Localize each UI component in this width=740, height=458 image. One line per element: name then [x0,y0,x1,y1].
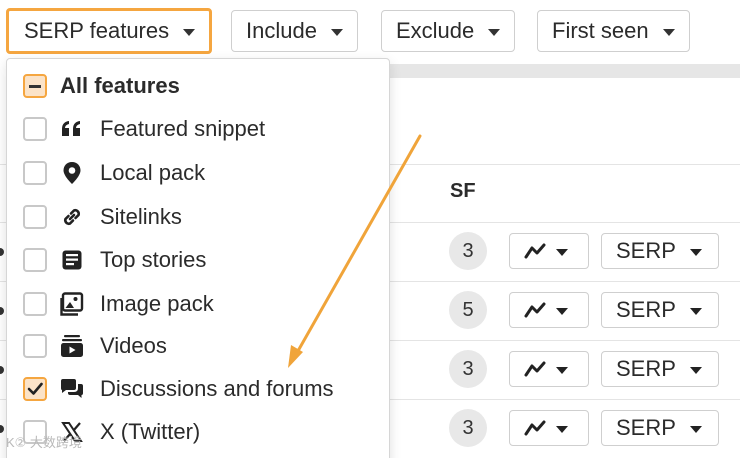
link-icon [59,204,85,230]
trend-chart-button[interactable] [509,233,589,269]
chevron-down-icon [689,366,702,374]
option-label: Featured snippet [100,116,266,141]
serp-label: SERP [616,356,676,381]
chevron-down-icon [488,28,501,36]
serp-label: SERP [616,238,676,263]
trend-chart-button[interactable] [509,292,589,328]
chevron-down-icon [183,28,196,36]
newspaper-icon [59,247,85,273]
option-image-pack[interactable]: Image pack [7,282,387,326]
checkmark-icon [27,382,43,395]
chevron-down-icon [689,425,702,433]
top-stories-checkbox[interactable] [23,248,47,272]
option-label: X (Twitter) [100,419,201,444]
row-marker [0,248,4,256]
exclude-label: Exclude [396,18,475,43]
serp-features-label: SERP features [24,18,170,43]
option-label: All features [60,73,180,98]
sf-count-badge: 3 [449,232,487,270]
trend-line-icon [524,243,546,259]
option-featured-snippet[interactable]: Featured snippet [7,107,387,151]
exclude-filter-button[interactable]: Exclude [381,10,516,52]
row-marker [0,366,4,374]
image-icon [59,291,85,317]
filter-toolbar: SERP features Include Exclude First seen [0,0,740,60]
chevron-down-icon [689,248,702,256]
serp-dropdown-button[interactable]: SERP [601,351,719,387]
row-marker [0,307,4,315]
chevron-down-icon [330,28,343,36]
sf-count-badge: 3 [449,350,487,388]
all-features-checkbox[interactable] [23,74,47,98]
chevron-down-icon [689,307,702,315]
option-label: Local pack [100,160,206,185]
chevron-down-icon [556,307,568,315]
discussions-checkbox[interactable] [23,377,47,401]
chevron-down-icon [556,366,568,374]
option-label: Image pack [100,291,214,316]
video-icon [59,333,85,359]
serp-dropdown-button[interactable]: SERP [601,233,719,269]
option-discussions-and-forums[interactable]: Discussions and forums [7,367,387,411]
sitelinks-checkbox[interactable] [23,205,47,229]
local-pack-checkbox[interactable] [23,161,47,185]
first-seen-filter-button[interactable]: First seen [537,10,690,52]
quote-icon [59,116,85,142]
option-label: Discussions and forums [100,376,334,401]
first-seen-label: First seen [552,18,649,43]
option-all-features[interactable]: All features [7,64,387,108]
image-pack-checkbox[interactable] [23,292,47,316]
option-local-pack[interactable]: Local pack [7,151,387,195]
videos-checkbox[interactable] [23,334,47,358]
chat-bubbles-icon [59,376,85,402]
sf-count-badge: 3 [449,409,487,447]
include-label: Include [246,18,317,43]
serp-label: SERP [616,297,676,322]
chevron-down-icon [556,248,568,256]
serp-dropdown-button[interactable]: SERP [601,292,719,328]
include-filter-button[interactable]: Include [231,10,358,52]
option-label: Videos [100,333,167,358]
option-label: Top stories [100,247,207,272]
option-top-stories[interactable]: Top stories [7,238,387,282]
option-videos[interactable]: Videos [7,324,387,368]
serp-features-dropdown: All features Featured snippet Local pack… [6,58,390,458]
trend-chart-button[interactable] [509,351,589,387]
table-top-bar [390,64,740,78]
sf-count-badge: 5 [449,291,487,329]
serp-label: SERP [616,415,676,440]
trend-line-icon [524,361,546,377]
sf-column-header: SF [450,180,476,202]
option-label: Sitelinks [100,204,182,229]
featured-snippet-checkbox[interactable] [23,117,47,141]
serp-dropdown-button[interactable]: SERP [601,410,719,446]
chevron-down-icon [556,425,568,433]
trend-chart-button[interactable] [509,410,589,446]
option-sitelinks[interactable]: Sitelinks [7,195,387,239]
row-marker [0,425,4,433]
serp-features-filter-button[interactable]: SERP features [6,8,213,54]
watermark: K② 大数跨境 [6,435,82,450]
trend-line-icon [524,302,546,318]
map-pin-icon [59,160,85,186]
chevron-down-icon [662,28,675,36]
trend-line-icon [524,420,546,436]
